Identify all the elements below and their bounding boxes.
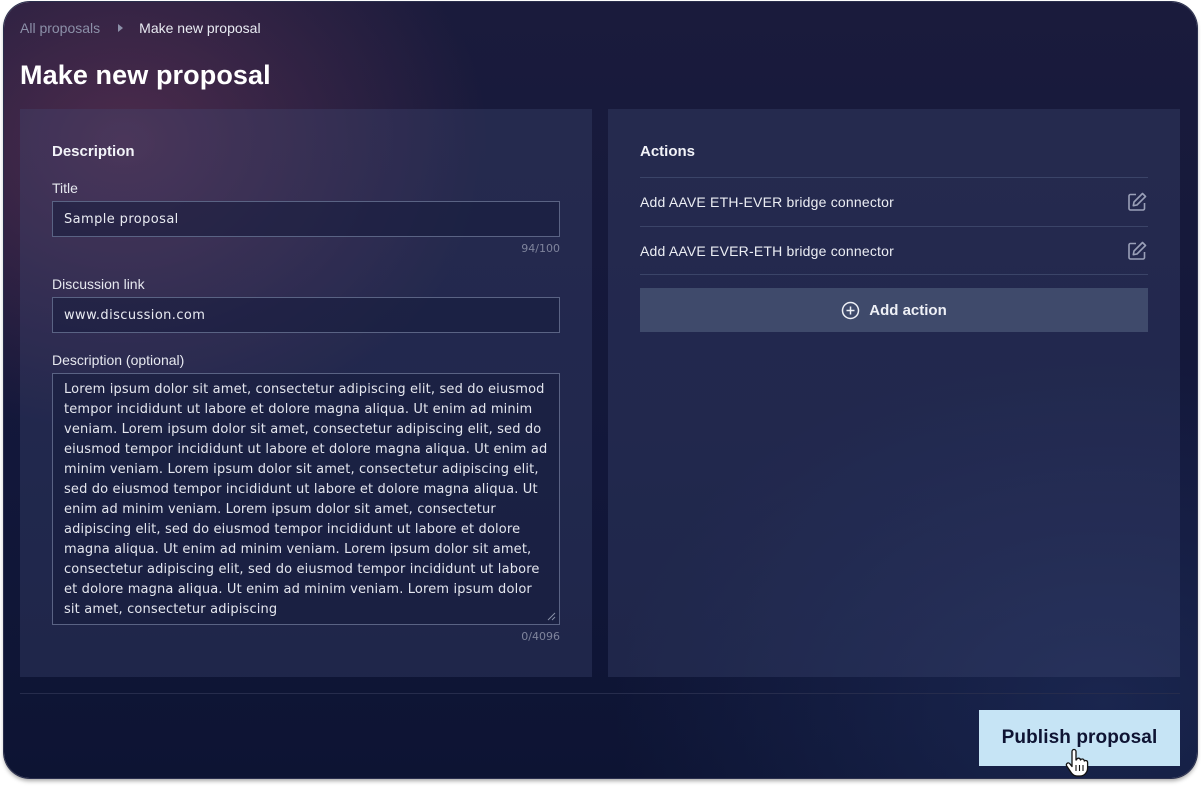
discussion-link-label: Discussion link [52,276,145,292]
actions-panel: Actions Add AAVE ETH-EVER bridge connect… [608,109,1180,677]
add-action-button[interactable]: Add action [640,288,1148,332]
plus-circle-icon [842,301,860,319]
title-label: Title [52,180,78,196]
action-row: Add AAVE EVER-ETH bridge connector [640,226,1148,275]
description-counter: 0/4096 [521,630,560,643]
add-action-label: Add action [869,301,947,319]
actions-heading: Actions [640,143,696,160]
footer-divider [20,693,1180,694]
description-textarea-value: Lorem ipsum dolor sit amet, consectetur … [64,382,548,617]
breadcrumb-all-proposals[interactable]: All proposals [20,20,100,36]
page-title: Make new proposal [20,60,271,90]
discussion-link-input[interactable]: www.discussion.com [52,297,560,333]
action-label: Add AAVE EVER-ETH bridge connector [640,242,894,259]
description-panel: Description Title Sample proposal 94/100… [20,109,592,677]
title-counter: 94/100 [521,242,560,255]
description-textarea[interactable]: Lorem ipsum dolor sit amet, consectetur … [52,373,560,625]
chevron-right-icon [118,24,124,32]
breadcrumb-current: Make new proposal [139,20,261,36]
app-window: All proposals Make new proposal Make new… [4,2,1197,778]
publish-proposal-label: Publish proposal [1001,727,1158,748]
action-row: Add AAVE ETH-EVER bridge connector [640,177,1148,226]
breadcrumb: All proposals Make new proposal [20,19,261,37]
hand-pointer-icon [1065,748,1089,777]
description-heading: Description [52,143,135,160]
resize-handle-icon[interactable] [547,612,556,621]
description-label: Description (optional) [52,352,185,368]
title-input-value: Sample proposal [64,211,179,227]
edit-icon[interactable] [1126,240,1148,262]
edit-icon[interactable] [1126,191,1148,213]
discussion-link-value: www.discussion.com [64,307,206,323]
action-label: Add AAVE ETH-EVER bridge connector [640,194,894,210]
title-input[interactable]: Sample proposal [52,201,560,237]
